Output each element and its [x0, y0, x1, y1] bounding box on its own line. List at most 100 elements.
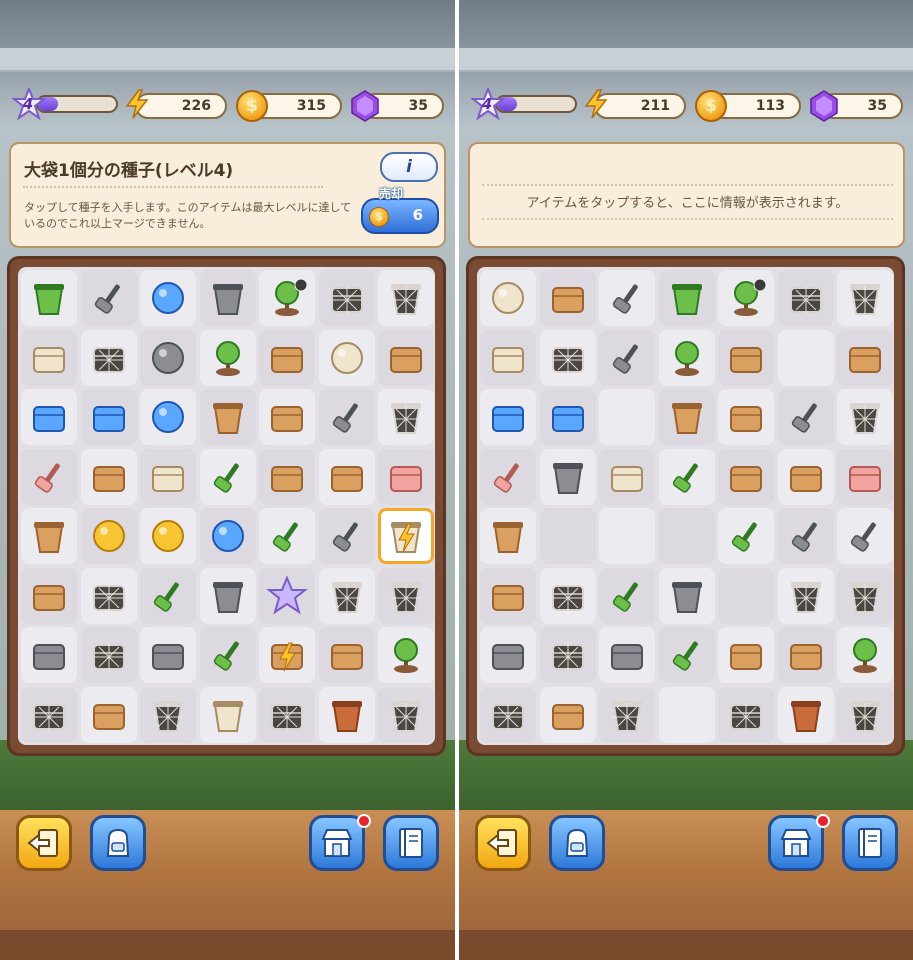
board-cell[interactable] [259, 448, 315, 505]
board-cell[interactable] [539, 686, 596, 743]
board-cell[interactable] [80, 389, 137, 445]
board-cell[interactable] [21, 686, 77, 743]
board-cell[interactable] [718, 508, 774, 564]
board-cell[interactable] [539, 389, 596, 445]
board-cell[interactable] [718, 329, 774, 386]
info-button[interactable]: i [380, 152, 438, 182]
board-cell[interactable] [480, 567, 536, 624]
board-cell[interactable] [140, 686, 196, 743]
shop-button[interactable] [768, 814, 830, 871]
board-cell[interactable] [718, 270, 774, 326]
board-cell[interactable] [480, 389, 536, 445]
board-cell[interactable] [259, 329, 315, 386]
board-cell[interactable] [837, 270, 893, 326]
backpack-button[interactable] [549, 815, 605, 871]
board-cell[interactable] [21, 389, 77, 445]
board-cell[interactable] [777, 567, 834, 624]
shop-button[interactable] [309, 814, 371, 871]
board-cell[interactable] [80, 329, 137, 386]
board-cell[interactable] [259, 627, 315, 683]
board-cell[interactable] [718, 686, 774, 743]
board-cell[interactable] [80, 270, 137, 326]
board-cell[interactable] [21, 329, 77, 386]
board-cell[interactable] [140, 627, 196, 683]
board-cell[interactable] [480, 448, 536, 505]
board-cell[interactable] [318, 329, 375, 386]
board-cell[interactable] [199, 329, 256, 386]
board-cell[interactable] [21, 508, 77, 564]
board-cell-empty[interactable] [599, 389, 655, 445]
board-cell[interactable] [539, 567, 596, 624]
board-cell[interactable] [80, 448, 137, 505]
board-cell[interactable] [21, 270, 77, 326]
board-cell[interactable] [378, 448, 434, 505]
board-cell[interactable] [599, 686, 655, 743]
exit-button[interactable] [475, 815, 531, 871]
board-cell[interactable] [140, 448, 196, 505]
board-cell[interactable] [599, 448, 655, 505]
board-cell[interactable] [140, 567, 196, 624]
board-cell[interactable] [199, 448, 256, 505]
board-cell[interactable] [80, 627, 137, 683]
board-cell[interactable] [599, 270, 655, 326]
board-cell[interactable] [658, 389, 715, 445]
board-cell[interactable] [599, 329, 655, 386]
journal-button[interactable] [383, 815, 439, 871]
board-cell[interactable] [80, 686, 137, 743]
board-cell[interactable] [777, 627, 834, 683]
board-cell[interactable] [777, 508, 834, 564]
board-cell[interactable] [140, 270, 196, 326]
board-cell[interactable] [658, 329, 715, 386]
board-cell[interactable] [318, 567, 375, 624]
board-cell[interactable] [777, 389, 834, 445]
board-cell[interactable] [837, 389, 893, 445]
journal-button[interactable] [842, 815, 898, 871]
board-cell[interactable] [837, 508, 893, 564]
exit-button[interactable] [16, 815, 72, 871]
board-cell[interactable] [480, 508, 536, 564]
board-cell[interactable] [199, 686, 256, 743]
board-cell[interactable] [777, 448, 834, 505]
board-cell[interactable] [80, 508, 137, 564]
board-cell[interactable] [259, 567, 315, 624]
board-cell[interactable] [378, 627, 434, 683]
board-cell[interactable] [777, 270, 834, 326]
board-cell[interactable] [318, 389, 375, 445]
board-cell-empty[interactable] [658, 508, 715, 564]
board-cell[interactable] [480, 329, 536, 386]
board-cell[interactable] [658, 627, 715, 683]
board-cell[interactable] [837, 329, 893, 386]
board-cell[interactable] [378, 686, 434, 743]
board-cell[interactable] [259, 686, 315, 743]
sell-button[interactable]: 売却 $ 6 [361, 187, 439, 234]
board-cell[interactable] [318, 508, 375, 564]
board-cell[interactable] [199, 389, 256, 445]
board-cell[interactable] [837, 567, 893, 624]
board-cell[interactable] [378, 329, 434, 386]
board-cell[interactable] [378, 270, 434, 326]
board-cell[interactable] [539, 627, 596, 683]
board-cell[interactable] [539, 329, 596, 386]
board-cell[interactable] [599, 567, 655, 624]
board-cell[interactable] [777, 686, 834, 743]
board-cell-empty[interactable] [718, 567, 774, 624]
board-cell[interactable] [837, 627, 893, 683]
board-cell[interactable] [199, 627, 256, 683]
board-cell[interactable] [378, 389, 434, 445]
board-cell[interactable] [140, 508, 196, 564]
board-cell[interactable] [80, 567, 137, 624]
board-cell[interactable] [21, 567, 77, 624]
board-cell[interactable] [718, 389, 774, 445]
board-cell[interactable] [718, 448, 774, 505]
board-cell-empty[interactable] [777, 329, 834, 386]
board-cell[interactable] [718, 627, 774, 683]
board-cell[interactable] [199, 567, 256, 624]
board-cell[interactable] [318, 627, 375, 683]
board-cell[interactable] [318, 270, 375, 326]
board-cell[interactable] [199, 270, 256, 326]
board-cell[interactable] [378, 508, 434, 564]
board-cell-empty[interactable] [658, 686, 715, 743]
board-cell[interactable] [259, 508, 315, 564]
board-cell[interactable] [480, 686, 536, 743]
board-cell[interactable] [539, 448, 596, 505]
